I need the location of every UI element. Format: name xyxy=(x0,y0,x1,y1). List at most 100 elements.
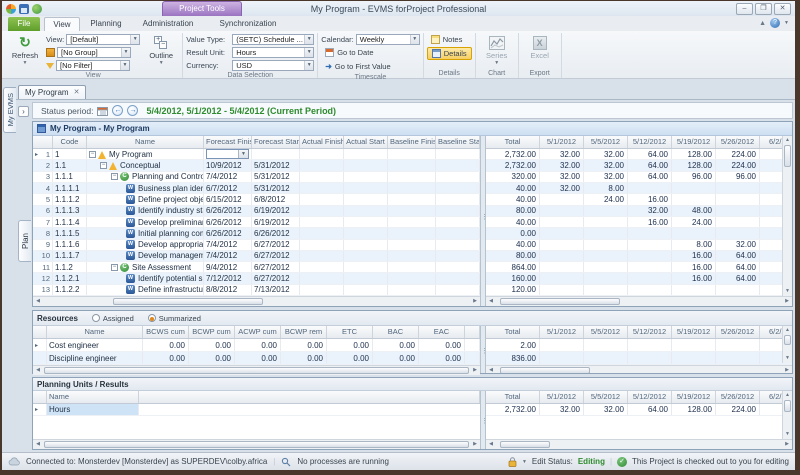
scroll-right-icon[interactable]: ▶ xyxy=(470,297,480,306)
period-cell[interactable] xyxy=(584,339,628,351)
forecast-start-cell[interactable]: 6/19/2012 xyxy=(252,206,300,216)
baseline-finish-cell[interactable] xyxy=(388,240,436,250)
task-row[interactable]: 5 1.1.1.2 − Define project objective and… xyxy=(33,194,480,205)
previous-period-button[interactable]: ← xyxy=(112,105,123,116)
period-cell[interactable]: 32.00 xyxy=(584,149,628,159)
period-cell[interactable]: 32.00 xyxy=(540,160,584,170)
period-cell[interactable] xyxy=(672,194,716,204)
scroll-thumb[interactable] xyxy=(784,335,791,345)
baseline-finish-cell[interactable] xyxy=(388,251,436,261)
baseline-start-cell[interactable] xyxy=(436,172,480,182)
dropdown-icon[interactable]: ▼ xyxy=(238,150,248,158)
actual-finish-cell[interactable] xyxy=(300,160,344,170)
expand-panel-icon[interactable]: › xyxy=(18,106,29,117)
column-header[interactable]: Baseline Finish xyxy=(388,136,436,148)
period-cell[interactable] xyxy=(584,273,628,283)
period-cell[interactable] xyxy=(628,228,672,238)
task-row[interactable]: 12 1.1.2.1 − Identify potential sites xyxy=(33,273,480,284)
forecast-start-cell[interactable]: 6/27/2012 xyxy=(252,240,300,250)
total-cell[interactable]: 40.00 xyxy=(486,194,540,204)
task-row[interactable]: 4 1.1.1.1 − Business plan identifying pr… xyxy=(33,183,480,194)
baseline-finish-cell[interactable] xyxy=(388,262,436,272)
tab-close-icon[interactable]: ✕ xyxy=(74,89,80,97)
task-values-row[interactable]: 0.00 xyxy=(486,228,792,239)
name-cell[interactable]: − Define project objective and ... xyxy=(87,194,204,204)
scroll-down-icon[interactable]: ▼ xyxy=(783,354,793,363)
period-cell[interactable]: 24.00 xyxy=(672,217,716,227)
series-button[interactable]: Series ▼ xyxy=(479,33,515,66)
column-header[interactable]: Name xyxy=(47,391,139,403)
task-row[interactable]: 2 1.1 − Conceptual xyxy=(33,160,480,171)
period-cell[interactable] xyxy=(716,352,760,364)
time-column-header[interactable]: 5/12/2012 xyxy=(628,391,672,403)
scroll-thumb[interactable] xyxy=(44,441,469,448)
task-values-row[interactable]: 2,732.00 32.00 32.00 64.00 128.00 224.00… xyxy=(486,149,792,160)
bac-cell[interactable]: 0.00 xyxy=(373,339,419,351)
baseline-start-cell[interactable] xyxy=(436,240,480,250)
bcwp-cell[interactable]: 0.00 xyxy=(189,339,235,351)
actual-start-cell[interactable] xyxy=(344,217,388,227)
name-cell[interactable]: − Site Assessment xyxy=(87,262,204,272)
code-cell[interactable]: 1.1.2.1 xyxy=(53,273,87,283)
scroll-up-icon[interactable]: ▲ xyxy=(783,326,793,335)
code-cell[interactable]: 1 xyxy=(53,149,87,159)
my-evms-tab[interactable]: My EVMS xyxy=(3,87,16,133)
period-cell[interactable] xyxy=(540,240,584,250)
total-cell[interactable]: 80.00 xyxy=(486,206,540,216)
assigned-radio[interactable]: Assigned xyxy=(92,314,134,323)
eac-cell[interactable]: 0.00 xyxy=(419,339,465,351)
period-cell[interactable] xyxy=(628,183,672,193)
name-cell[interactable]: − My Program xyxy=(87,149,204,159)
period-cell[interactable] xyxy=(672,339,716,351)
period-cell[interactable]: 16.00 xyxy=(672,262,716,272)
collapse-icon[interactable]: − xyxy=(89,151,96,158)
refresh-button[interactable]: ↻ Refresh ▼ xyxy=(7,33,43,66)
task-values-row[interactable]: 2,732.00 32.00 32.00 64.00 128.00 224.00… xyxy=(486,160,792,171)
task-row[interactable]: 13 1.1.2.2 − Define infrastructure requi… xyxy=(33,285,480,296)
time-column-header[interactable]: 5/5/2012 xyxy=(584,136,628,148)
code-cell[interactable]: 1.1.1.4 xyxy=(53,217,87,227)
baseline-finish-cell[interactable] xyxy=(388,273,436,283)
actual-start-cell[interactable] xyxy=(344,160,388,170)
code-cell[interactable]: 1.1.1.5 xyxy=(53,228,87,238)
time-column-header[interactable]: 5/12/2012 xyxy=(628,326,672,338)
period-cell[interactable] xyxy=(628,262,672,272)
period-cell[interactable] xyxy=(584,251,628,261)
total-cell[interactable]: 2.00 xyxy=(486,339,540,351)
scroll-thumb[interactable] xyxy=(784,400,791,412)
bcws-cell[interactable]: 0.00 xyxy=(143,352,189,364)
period-cell[interactable] xyxy=(584,240,628,250)
task-row[interactable]: 8 1.1.1.5 − Initial planning complete xyxy=(33,228,480,239)
time-column-header[interactable]: 5/5/2012 xyxy=(584,391,628,403)
period-cell[interactable] xyxy=(584,352,628,364)
period-cell[interactable] xyxy=(584,206,628,216)
actual-start-cell[interactable] xyxy=(344,251,388,261)
notes-button[interactable]: Notes xyxy=(427,33,472,46)
forecast-start-cell[interactable]: 7/13/2012 xyxy=(252,285,300,295)
scroll-left-icon[interactable]: ◀ xyxy=(33,366,43,375)
period-cell[interactable] xyxy=(716,339,760,351)
baseline-start-cell[interactable] xyxy=(436,217,480,227)
task-values-row[interactable]: 40.00 16.00 24.00 xyxy=(486,217,792,228)
forecast-finish-cell[interactable]: 7/4/2012 xyxy=(204,251,252,261)
actual-start-cell[interactable] xyxy=(344,206,388,216)
name-cell[interactable]: − Develop management model ... xyxy=(87,251,204,261)
period-cell[interactable]: 32.00 xyxy=(584,172,628,182)
forecast-start-cell[interactable] xyxy=(252,149,300,159)
scroll-left-icon[interactable]: ◀ xyxy=(486,440,496,449)
forecast-start-cell[interactable]: 6/27/2012 xyxy=(252,251,300,261)
baseline-finish-cell[interactable] xyxy=(388,149,436,159)
column-header[interactable]: ETC xyxy=(327,326,373,338)
column-header[interactable]: Actual Start xyxy=(344,136,388,148)
period-cell[interactable]: 96.00 xyxy=(716,172,760,182)
period-cell[interactable]: 16.00 xyxy=(672,251,716,261)
period-cell[interactable]: 128.00 xyxy=(672,404,716,415)
baseline-start-cell[interactable] xyxy=(436,206,480,216)
column-header[interactable] xyxy=(139,391,480,403)
column-header[interactable]: Code xyxy=(53,136,87,148)
period-cell[interactable] xyxy=(716,183,760,193)
period-cell[interactable] xyxy=(628,285,672,295)
actual-finish-cell[interactable] xyxy=(300,172,344,182)
period-cell[interactable]: 32.00 xyxy=(540,149,584,159)
time-column-header[interactable]: 5/19/2012 xyxy=(672,391,716,403)
